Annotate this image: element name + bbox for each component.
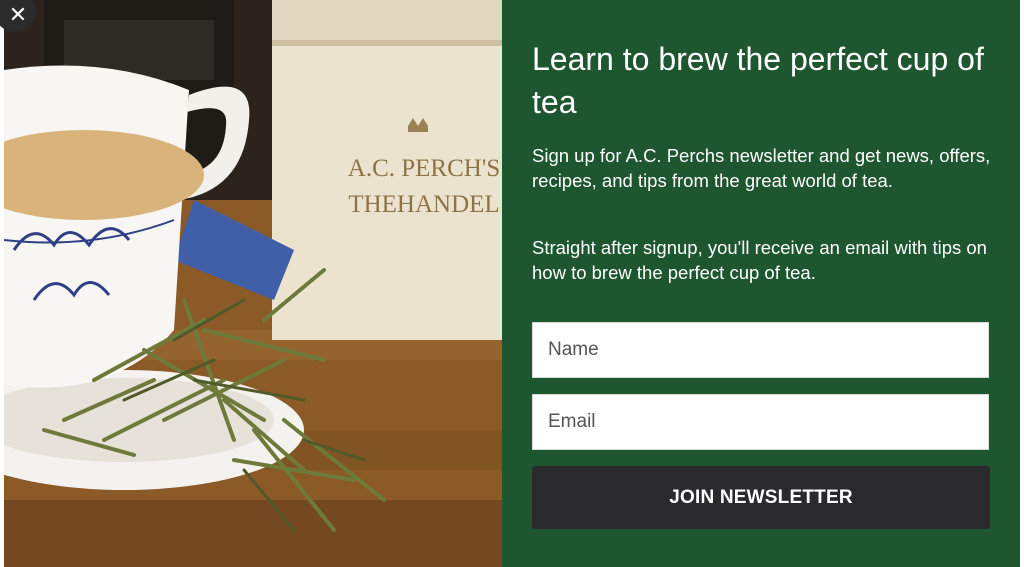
tin-brand-line2: THEHANDEL <box>348 191 499 218</box>
signup-panel: Learn to brew the perfect cup of tea Sig… <box>502 0 1020 567</box>
close-icon: ✕ <box>8 2 28 27</box>
tea-illustration: A.C. PERCH'S THEHANDEL <box>4 0 502 567</box>
tea-photo: A.C. PERCH'S THEHANDEL <box>4 0 502 567</box>
intro-paragraph: Sign up for A.C. Perchs newsletter and g… <box>532 145 991 191</box>
email-field[interactable] <box>532 394 989 450</box>
name-field[interactable] <box>532 322 989 378</box>
headline: Learn to brew the perfect cup of tea <box>532 41 984 120</box>
tin-brand-line1: A.C. PERCH'S <box>348 155 500 182</box>
join-newsletter-button[interactable]: JOIN NEWSLETTER <box>532 466 990 529</box>
popup-edge <box>1020 0 1024 567</box>
newsletter-popup: A.C. PERCH'S THEHANDEL ✕ Learn to brew t… <box>0 0 1024 567</box>
signup-info-paragraph: Straight after signup, you'll receive an… <box>532 237 987 283</box>
